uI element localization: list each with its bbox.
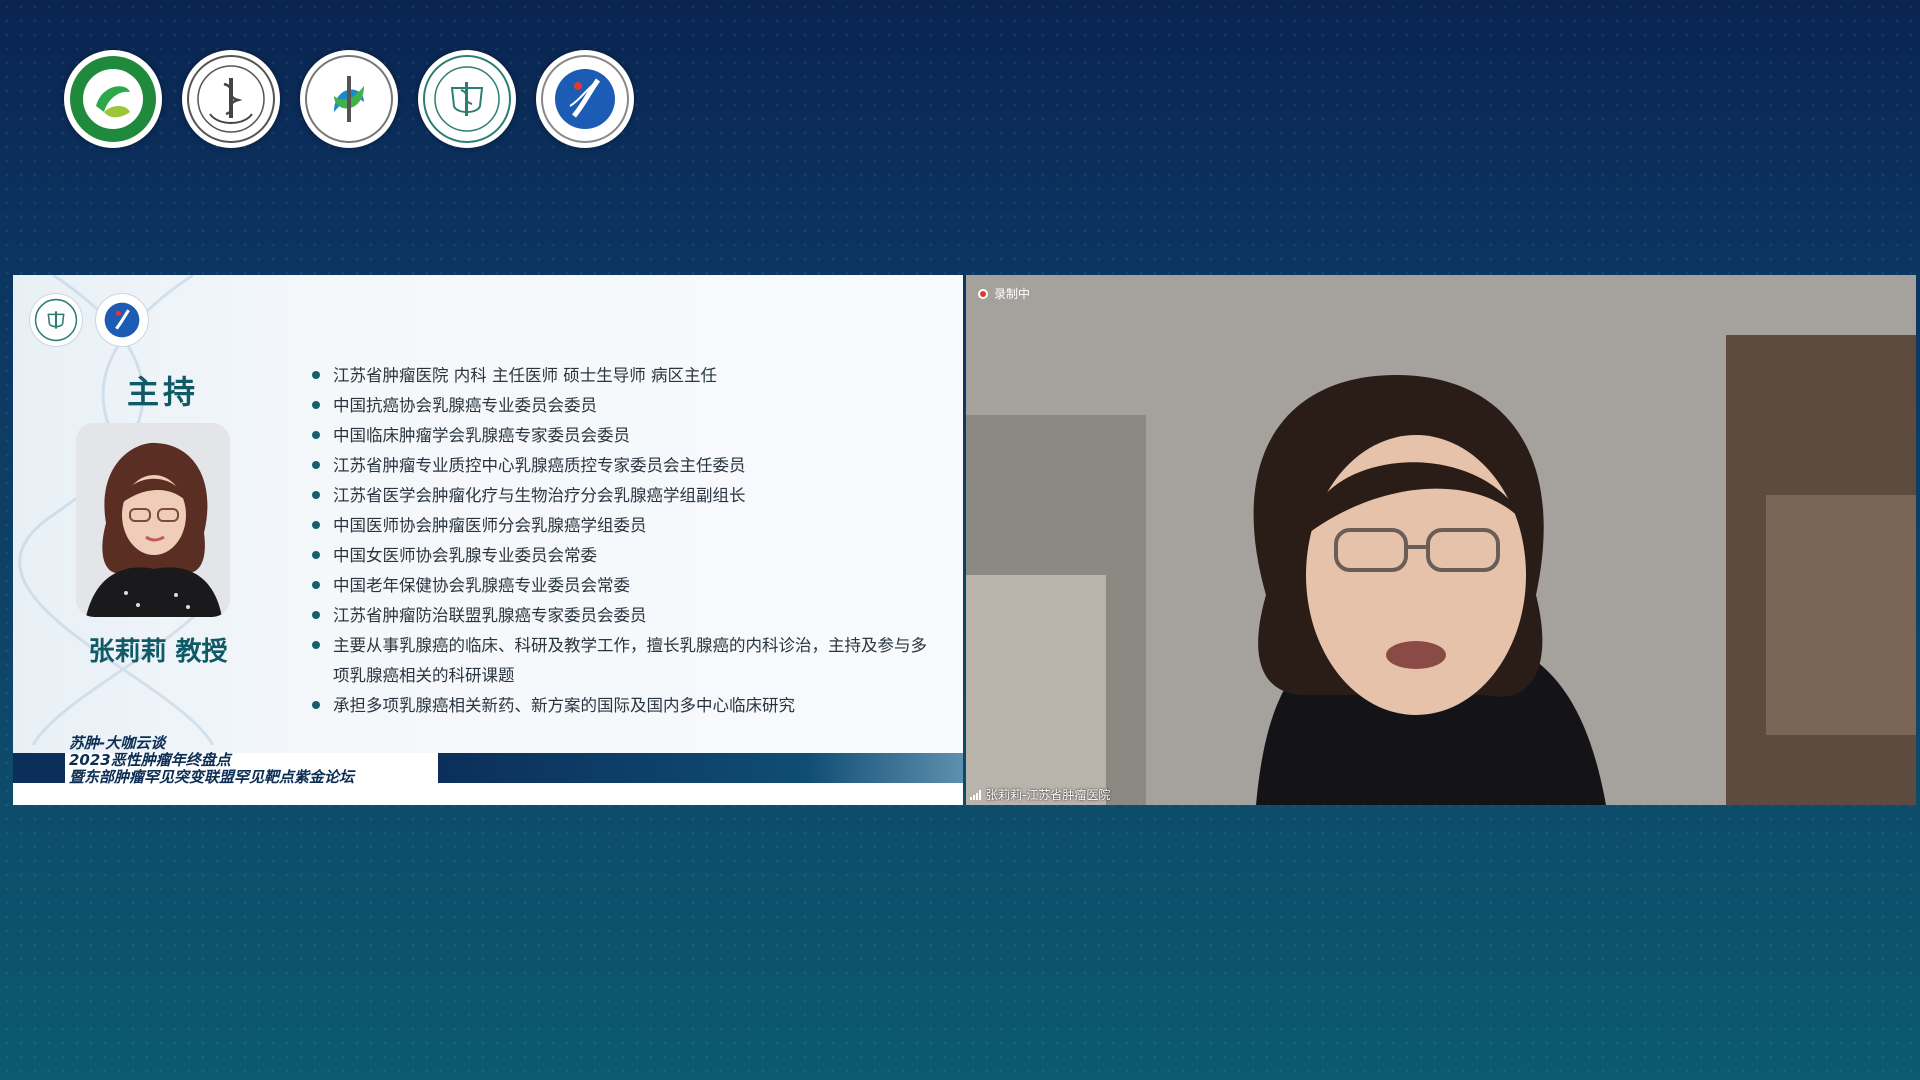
jiangsu-society-immunology-logo	[64, 50, 162, 148]
bio-item: 中国女医师协会乳腺专业委员会常委	[303, 541, 943, 571]
host-title: 主持	[126, 373, 199, 411]
jsmda-logo	[182, 50, 280, 148]
rare-mutation-alliance-small-logo	[95, 293, 149, 347]
forum-title: 苏肿-大咖云谈 2023恶性肿瘤年终盘点 暨东部肿瘤罕见突变联盟罕见靶点紫金论坛	[69, 735, 354, 786]
signal-strength-icon	[970, 789, 981, 800]
speaker-video-panel[interactable]: 录制中 张莉莉-江苏省肿瘤医院	[966, 275, 1916, 805]
shared-slide-panel: 主持 张莉莉 教授 江苏省肿瘤医院 内科 主任医师 硕士生导师 病区主任 中国抗…	[13, 275, 963, 805]
bio-item: 江苏省肿瘤医院 内科 主任医师 硕士生导师 病区主任	[303, 361, 943, 391]
slide-footer-bar	[438, 753, 963, 783]
recording-icon	[978, 288, 988, 299]
slide-footer-bar-left	[13, 753, 65, 783]
recording-indicator: 录制中	[978, 285, 1030, 302]
bio-item: 江苏省肿瘤防治联盟乳腺癌专家委员会委员	[303, 601, 943, 631]
bio-item: 中国老年保健协会乳腺癌专业委员会常委	[303, 571, 943, 601]
forum-title-line: 暨东部肿瘤罕见突变联盟罕见靶点紫金论坛	[69, 768, 355, 786]
eastern-cancer-rare-mutation-alliance-logo	[536, 50, 634, 148]
speaker-video-frame	[966, 275, 1916, 805]
forum-title-line: 苏肿-大咖云谈	[69, 734, 166, 752]
bio-item: 主要从事乳腺癌的临床、科研及教学工作，擅长乳腺癌的内科诊治，主持及参与多项乳腺癌…	[303, 631, 943, 691]
jiangsu-research-hospital-association-logo	[300, 50, 398, 148]
bio-item: 江苏省医学会肿瘤化疗与生物治疗分会乳腺癌学组副组长	[303, 481, 943, 511]
host-bio-list: 江苏省肿瘤医院 内科 主任医师 硕士生导师 病区主任 中国抗癌协会乳腺癌专业委员…	[303, 361, 943, 721]
forum-title-line: 2023恶性肿瘤年终盘点	[69, 751, 231, 769]
recording-label: 录制中	[994, 287, 1031, 301]
bio-item: 江苏省肿瘤专业质控中心乳腺癌质控专家委员会主任委员	[303, 451, 943, 481]
bio-item: 中国抗癌协会乳腺癌专业委员会委员	[303, 391, 943, 421]
slide-logo-row	[29, 293, 149, 347]
sponsor-logo-row	[64, 50, 634, 148]
bio-item: 中国医师协会肿瘤医师分会乳腺癌学组委员	[303, 511, 943, 541]
jiangsu-cancer-hospital-logo	[418, 50, 516, 148]
jiangsu-cancer-hospital-small-logo	[29, 293, 83, 347]
host-portrait	[76, 423, 230, 617]
host-name: 张莉莉 教授	[88, 637, 228, 667]
bio-item: 承担多项乳腺癌相关新药、新方案的国际及国内多中心临床研究	[303, 691, 943, 721]
participant-label: 张莉莉-江苏省肿瘤医院	[986, 788, 1111, 802]
participant-name-tag: 张莉莉-江苏省肿瘤医院	[970, 786, 1110, 803]
bio-item: 中国临床肿瘤学会乳腺癌专家委员会委员	[303, 421, 943, 451]
